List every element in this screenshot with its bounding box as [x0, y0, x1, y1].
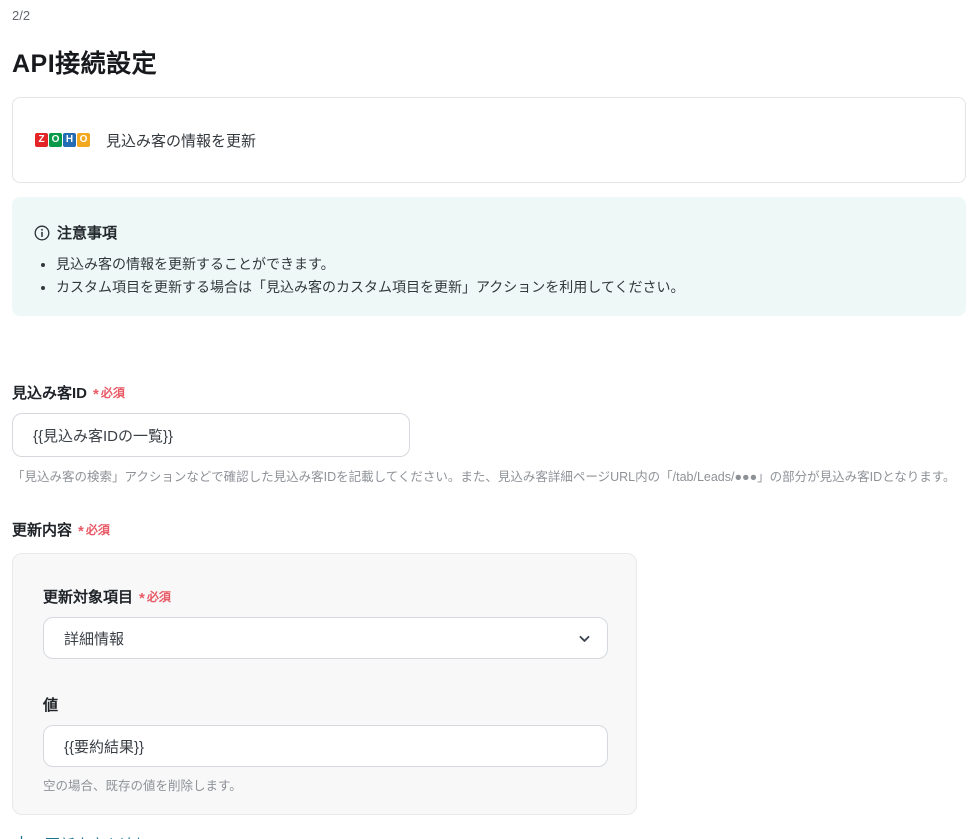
required-badge: * 必須: [139, 588, 171, 605]
required-label: 必須: [101, 384, 125, 401]
value-field-help-text: 空の場合、既存の値を削除します。: [43, 775, 606, 794]
page-title: API接続設定: [12, 44, 966, 80]
required-badge: * 必須: [78, 521, 110, 538]
lead-id-label-row: 見込み客ID * 必須: [12, 382, 966, 403]
lead-id-input[interactable]: [12, 413, 410, 457]
target-field-label-row: 更新対象項目 * 必須: [43, 586, 606, 607]
update-content-label: 更新内容: [12, 519, 72, 540]
update-content-section: 更新内容 * 必須 更新対象項目 * 必須 詳細情報: [12, 519, 966, 839]
add-update-content-label: 更新内容を追加: [45, 834, 150, 839]
zoho-logo-tile-o1: O: [49, 133, 62, 147]
zoho-logo-tile-z: Z: [35, 133, 48, 147]
plus-icon: ＋: [12, 835, 31, 839]
value-field-label: 値: [43, 694, 58, 715]
zoho-logo-tile-o2: O: [77, 133, 90, 147]
action-label: 見込み客の情報を更新: [106, 130, 256, 151]
lead-id-section: 見込み客ID * 必須 「見込み客の検索」アクションなどで確認した見込み客IDを…: [12, 382, 966, 485]
notes-list: 見込み客の情報を更新することができます。 カスタム項目を更新する場合は「見込み客…: [34, 253, 944, 299]
value-field-label-row: 値: [43, 694, 606, 715]
update-content-card: 更新対象項目 * 必須 詳細情報 値 空の場合、既存の値を削除します。: [12, 553, 637, 815]
target-field-select[interactable]: 詳細情報: [43, 617, 608, 659]
zoho-logo-icon: Z O H O: [35, 133, 90, 147]
add-update-content-link[interactable]: ＋ 更新内容を追加: [12, 834, 150, 839]
step-indicator: 2/2: [12, 8, 966, 23]
required-asterisk-icon: *: [78, 524, 84, 539]
selected-action-box: Z O H O 見込み客の情報を更新: [12, 97, 966, 183]
lead-id-help-text: 「見込み客の検索」アクションなどで確認した見込み客IDを記載してください。また、…: [12, 466, 966, 485]
chevron-down-icon: [578, 632, 591, 645]
required-label: 必須: [147, 588, 171, 605]
value-field-input[interactable]: [43, 725, 608, 767]
lead-id-label: 見込み客ID: [12, 382, 87, 403]
required-badge: * 必須: [93, 384, 125, 401]
api-connection-settings-page: 2/2 API接続設定 Z O H O 見込み客の情報を更新 注意事項 見込み客…: [0, 0, 978, 839]
note-item: 見込み客の情報を更新することができます。: [56, 253, 944, 276]
notes-title: 注意事項: [57, 222, 117, 243]
info-icon: [34, 225, 50, 241]
notes-panel: 注意事項 見込み客の情報を更新することができます。 カスタム項目を更新する場合は…: [12, 197, 966, 316]
update-content-label-row: 更新内容 * 必須: [12, 519, 966, 540]
required-asterisk-icon: *: [93, 387, 99, 402]
note-item: カスタム項目を更新する場合は「見込み客のカスタム項目を更新」アクションを利用して…: [56, 276, 944, 299]
zoho-logo-tile-h: H: [63, 133, 76, 147]
notes-header: 注意事項: [34, 222, 944, 243]
target-field-selected-value: 詳細情報: [64, 628, 578, 649]
required-label: 必須: [86, 521, 110, 538]
required-asterisk-icon: *: [139, 591, 145, 606]
target-field-label: 更新対象項目: [43, 586, 133, 607]
